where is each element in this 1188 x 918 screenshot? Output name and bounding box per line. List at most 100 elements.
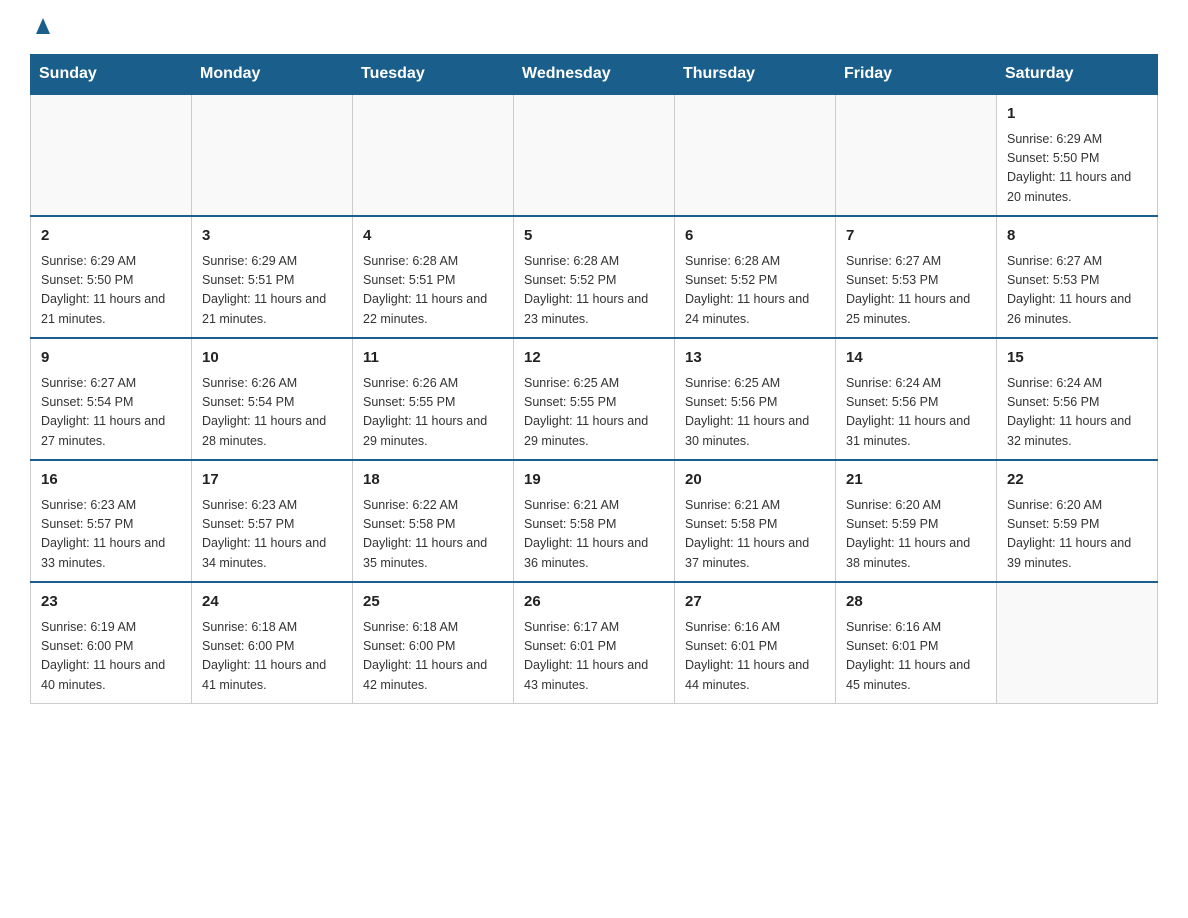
day-info: Sunrise: 6:27 AMSunset: 5:53 PMDaylight:… xyxy=(1007,252,1147,330)
calendar-day-cell: 14Sunrise: 6:24 AMSunset: 5:56 PMDayligh… xyxy=(836,338,997,460)
day-header-monday: Monday xyxy=(192,55,353,95)
day-info: Sunrise: 6:18 AMSunset: 6:00 PMDaylight:… xyxy=(363,618,503,696)
day-header-wednesday: Wednesday xyxy=(514,55,675,95)
day-header-saturday: Saturday xyxy=(997,55,1158,95)
calendar-day-cell: 15 Sunrise: 6:24 AMSunset: 5:56 PMDayligh… xyxy=(997,338,1158,460)
day-info: Sunrise: 6:20 AMSunset: 5:59 PMDaylight:… xyxy=(846,496,986,574)
day-number: 27 xyxy=(685,591,825,614)
day-info: Sunrise: 6:26 AMSunset: 5:55 PMDaylight:… xyxy=(363,374,503,452)
day-number: 12 xyxy=(524,347,664,370)
day-number: 11 xyxy=(363,347,503,370)
day-header-thursday: Thursday xyxy=(675,55,836,95)
calendar-day-cell xyxy=(514,94,675,216)
page-header xyxy=(30,20,1158,36)
day-header-sunday: Sunday xyxy=(31,55,192,95)
calendar-day-cell: 23Sunrise: 6:19 AMSunset: 6:00 PMDayligh… xyxy=(31,582,192,704)
day-info: Sunrise: 6:28 AMSunset: 5:51 PMDaylight:… xyxy=(363,252,503,330)
calendar-day-cell: 10 Sunrise: 6:26 AMSunset: 5:54 PMDayligh… xyxy=(192,338,353,460)
calendar-day-cell: 18 Sunrise: 6:22 AMSunset: 5:58 PMDayligh… xyxy=(353,460,514,582)
calendar-day-cell xyxy=(836,94,997,216)
day-number: 24 xyxy=(202,591,342,614)
day-info: Sunrise: 6:20 AMSunset: 5:59 PMDaylight:… xyxy=(1007,496,1147,574)
calendar-day-cell: 3 Sunrise: 6:29 AMSunset: 5:51 PMDaylight… xyxy=(192,216,353,338)
day-number: 17 xyxy=(202,469,342,492)
day-number: 22 xyxy=(1007,469,1147,492)
calendar-day-cell: 19 Sunrise: 6:21 AMSunset: 5:58 PMDayligh… xyxy=(514,460,675,582)
day-number: 21 xyxy=(846,469,986,492)
day-number: 28 xyxy=(846,591,986,614)
day-info: Sunrise: 6:24 AMSunset: 5:56 PMDaylight:… xyxy=(1007,374,1147,452)
day-number: 1 xyxy=(1007,103,1147,126)
calendar-day-cell: 16Sunrise: 6:23 AMSunset: 5:57 PMDayligh… xyxy=(31,460,192,582)
calendar-day-cell: 28Sunrise: 6:16 AMSunset: 6:01 PMDayligh… xyxy=(836,582,997,704)
calendar-week-row: 2 Sunrise: 6:29 AMSunset: 5:50 PMDaylight… xyxy=(31,216,1158,338)
day-info: Sunrise: 6:21 AMSunset: 5:58 PMDaylight:… xyxy=(685,496,825,574)
day-number: 2 xyxy=(41,225,181,248)
day-info: Sunrise: 6:27 AMSunset: 5:54 PMDaylight:… xyxy=(41,374,181,452)
calendar-day-cell: 17 Sunrise: 6:23 AMSunset: 5:57 PMDayligh… xyxy=(192,460,353,582)
calendar-day-cell: 4 Sunrise: 6:28 AMSunset: 5:51 PMDaylight… xyxy=(353,216,514,338)
calendar-day-cell: 1 Sunrise: 6:29 AMSunset: 5:50 PMDaylight… xyxy=(997,94,1158,216)
day-number: 13 xyxy=(685,347,825,370)
day-number: 18 xyxy=(363,469,503,492)
day-number: 16 xyxy=(41,469,181,492)
day-header-tuesday: Tuesday xyxy=(353,55,514,95)
day-info: Sunrise: 6:22 AMSunset: 5:58 PMDaylight:… xyxy=(363,496,503,574)
day-number: 23 xyxy=(41,591,181,614)
day-number: 10 xyxy=(202,347,342,370)
day-info: Sunrise: 6:23 AMSunset: 5:57 PMDaylight:… xyxy=(202,496,342,574)
day-info: Sunrise: 6:29 AMSunset: 5:51 PMDaylight:… xyxy=(202,252,342,330)
day-number: 9 xyxy=(41,347,181,370)
calendar-week-row: 1 Sunrise: 6:29 AMSunset: 5:50 PMDaylight… xyxy=(31,94,1158,216)
day-number: 8 xyxy=(1007,225,1147,248)
calendar-day-cell: 13 Sunrise: 6:25 AMSunset: 5:56 PMDayligh… xyxy=(675,338,836,460)
day-info: Sunrise: 6:25 AMSunset: 5:55 PMDaylight:… xyxy=(524,374,664,452)
day-info: Sunrise: 6:24 AMSunset: 5:56 PMDaylight:… xyxy=(846,374,986,452)
calendar-day-cell xyxy=(675,94,836,216)
calendar-day-cell: 11 Sunrise: 6:26 AMSunset: 5:55 PMDayligh… xyxy=(353,338,514,460)
calendar-week-row: 23Sunrise: 6:19 AMSunset: 6:00 PMDayligh… xyxy=(31,582,1158,704)
day-info: Sunrise: 6:17 AMSunset: 6:01 PMDaylight:… xyxy=(524,618,664,696)
day-info: Sunrise: 6:29 AMSunset: 5:50 PMDaylight:… xyxy=(41,252,181,330)
calendar-day-cell: 25 Sunrise: 6:18 AMSunset: 6:00 PMDayligh… xyxy=(353,582,514,704)
day-number: 6 xyxy=(685,225,825,248)
day-number: 25 xyxy=(363,591,503,614)
calendar-day-cell xyxy=(997,582,1158,704)
day-header-friday: Friday xyxy=(836,55,997,95)
day-number: 20 xyxy=(685,469,825,492)
day-info: Sunrise: 6:27 AMSunset: 5:53 PMDaylight:… xyxy=(846,252,986,330)
day-info: Sunrise: 6:29 AMSunset: 5:50 PMDaylight:… xyxy=(1007,130,1147,208)
day-number: 7 xyxy=(846,225,986,248)
calendar-day-cell: 21 Sunrise: 6:20 AMSunset: 5:59 PMDayligh… xyxy=(836,460,997,582)
calendar-day-cell xyxy=(192,94,353,216)
day-info: Sunrise: 6:18 AMSunset: 6:00 PMDaylight:… xyxy=(202,618,342,696)
calendar-day-cell: 2 Sunrise: 6:29 AMSunset: 5:50 PMDaylight… xyxy=(31,216,192,338)
calendar-day-cell: 9 Sunrise: 6:27 AMSunset: 5:54 PMDaylight… xyxy=(31,338,192,460)
calendar-day-cell xyxy=(353,94,514,216)
day-info: Sunrise: 6:28 AMSunset: 5:52 PMDaylight:… xyxy=(685,252,825,330)
calendar-day-cell: 8 Sunrise: 6:27 AMSunset: 5:53 PMDaylight… xyxy=(997,216,1158,338)
calendar-day-cell: 20 Sunrise: 6:21 AMSunset: 5:58 PMDayligh… xyxy=(675,460,836,582)
day-number: 15 xyxy=(1007,347,1147,370)
day-info: Sunrise: 6:21 AMSunset: 5:58 PMDaylight:… xyxy=(524,496,664,574)
day-number: 4 xyxy=(363,225,503,248)
day-info: Sunrise: 6:26 AMSunset: 5:54 PMDaylight:… xyxy=(202,374,342,452)
calendar-day-cell: 22 Sunrise: 6:20 AMSunset: 5:59 PMDayligh… xyxy=(997,460,1158,582)
logo xyxy=(30,20,54,36)
day-info: Sunrise: 6:25 AMSunset: 5:56 PMDaylight:… xyxy=(685,374,825,452)
calendar-table: SundayMondayTuesdayWednesdayThursdayFrid… xyxy=(30,54,1158,704)
day-info: Sunrise: 6:28 AMSunset: 5:52 PMDaylight:… xyxy=(524,252,664,330)
calendar-day-cell: 5 Sunrise: 6:28 AMSunset: 5:52 PMDaylight… xyxy=(514,216,675,338)
day-number: 5 xyxy=(524,225,664,248)
calendar-day-cell: 27 Sunrise: 6:16 AMSunset: 6:01 PMDayligh… xyxy=(675,582,836,704)
calendar-week-row: 9 Sunrise: 6:27 AMSunset: 5:54 PMDaylight… xyxy=(31,338,1158,460)
calendar-header-row: SundayMondayTuesdayWednesdayThursdayFrid… xyxy=(31,55,1158,95)
calendar-day-cell: 6 Sunrise: 6:28 AMSunset: 5:52 PMDaylight… xyxy=(675,216,836,338)
calendar-day-cell: 26Sunrise: 6:17 AMSunset: 6:01 PMDayligh… xyxy=(514,582,675,704)
logo-triangle-icon xyxy=(32,14,54,36)
day-number: 19 xyxy=(524,469,664,492)
calendar-week-row: 16 Sunrise: 6:23 AMSunset: 5:57 PMDayligh… xyxy=(31,460,1158,582)
calendar-day-cell: 24 Sunrise: 6:18 AMSunset: 6:00 PMDayligh… xyxy=(192,582,353,704)
day-info: Sunrise: 6:16 AMSunset: 6:01 PMDaylight:… xyxy=(685,618,825,696)
day-number: 3 xyxy=(202,225,342,248)
